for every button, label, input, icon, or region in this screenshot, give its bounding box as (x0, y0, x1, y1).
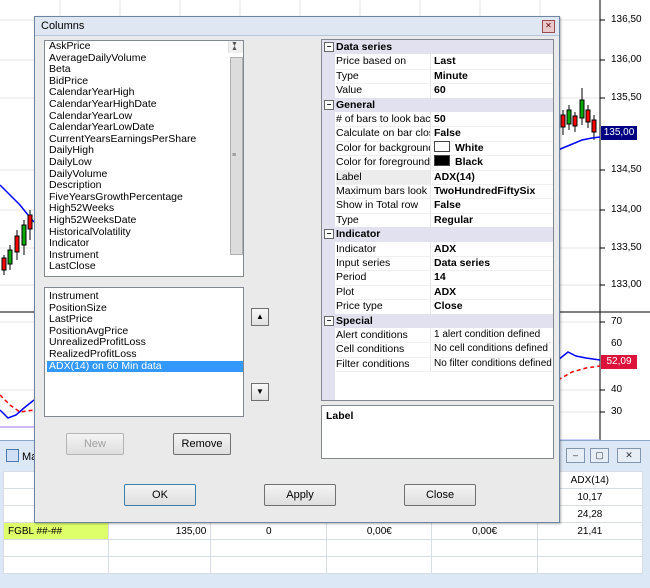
y-axis-label: 60 (611, 338, 623, 349)
ok-button[interactable]: OK (124, 484, 196, 506)
property-row[interactable]: Color for background White (322, 140, 553, 157)
maximize-button[interactable]: ▢ (590, 448, 609, 463)
apply-button[interactable]: Apply (264, 484, 336, 506)
category-data-series[interactable]: − Data series (322, 40, 553, 55)
property-row[interactable]: Color for foreground Black (322, 155, 553, 171)
columns-dialog: Columns ✕ AskPrice AverageDailyVolume Beta… (34, 16, 560, 523)
y-axis-label: 136,50 (611, 14, 642, 25)
indicator-value-tag: 52,09 (601, 355, 637, 369)
selected-columns-list[interactable]: Instrument PositionSize LastPrice PositionA… (44, 287, 244, 417)
list-item[interactable]: AverageDailyVolume (47, 52, 243, 65)
cell-instrument: FGBL ##-## (2, 522, 110, 540)
property-row[interactable]: Type Minute (322, 68, 553, 85)
y-axis-label: 135,50 (611, 92, 642, 103)
category-general[interactable]: − General (322, 97, 553, 112)
color-swatch (434, 140, 450, 152)
property-row[interactable]: Cell conditions No cell conditions defin… (322, 342, 553, 358)
close-button[interactable]: Close (404, 484, 476, 506)
y-axis-label: 133,00 (611, 279, 642, 290)
minimize-button[interactable]: – (566, 448, 585, 463)
scroll-thumb[interactable]: ≡ (230, 57, 243, 255)
color-swatch (434, 155, 450, 167)
new-button[interactable]: New (66, 433, 124, 455)
y-axis-label: 134,50 (611, 164, 642, 175)
minus-box-icon[interactable]: − (324, 315, 334, 326)
triangle-down-icon: ▼ (256, 387, 264, 396)
scroll-down-icon[interactable]: ▼ (231, 41, 238, 51)
list-item[interactable]: CalendarYearLowDate (47, 122, 243, 134)
dialog-title-bar[interactable]: Columns ✕ (35, 17, 559, 36)
y-axis-label: 134,00 (611, 204, 642, 215)
cell-pnl: 0,00€ (431, 522, 538, 540)
last-price-tag: 135,00 (601, 126, 637, 140)
y-axis-label: 133,50 (611, 242, 642, 253)
y-axis-label: 136,00 (611, 54, 642, 65)
property-row[interactable]: Value 60 (322, 83, 553, 99)
y-axis-label: 40 (611, 384, 623, 395)
triangle-up-icon: ▲ (256, 312, 264, 321)
property-grid[interactable]: − Data series Price based on Last Type M… (321, 39, 554, 401)
category-special[interactable]: − Special (322, 313, 553, 328)
move-up-button[interactable]: ▲ (251, 308, 269, 326)
cell-pnl: 0,00€ (326, 522, 433, 540)
property-row[interactable]: Maximum bars look back TwoHundredFiftySi… (322, 184, 553, 200)
list-item[interactable]: Instrument (47, 290, 243, 303)
property-row[interactable]: # of bars to look back 50 (322, 112, 553, 128)
property-row[interactable]: Alert conditions 1 alert condition defin… (322, 328, 553, 344)
property-row[interactable]: Period 14 (322, 270, 553, 286)
description-title: Label (326, 410, 354, 422)
minus-box-icon[interactable]: − (324, 42, 334, 52)
minus-box-icon[interactable]: − (324, 99, 334, 110)
list-item[interactable]: Description (47, 180, 243, 192)
property-row[interactable]: Input series Data series (322, 256, 553, 272)
window-icon (6, 449, 19, 462)
remove-button[interactable]: Remove (173, 433, 231, 455)
list-item[interactable]: CalendarYearHighDate (47, 98, 243, 111)
available-list-scrollbar[interactable]: ▲ ≡ ▼ (228, 41, 243, 255)
list-item[interactable]: ADX(14) on 60 Min data (47, 360, 243, 373)
table-row[interactable]: FGBL ##-## 135,00 0 0,00€ 0,00€ 21,41 (2, 522, 644, 540)
cell-adx: 21,41 (536, 522, 644, 540)
list-item[interactable]: RealizedProfitLoss (47, 348, 243, 361)
available-columns-list[interactable]: AskPrice AverageDailyVolume Beta BidPrice Ca… (44, 40, 244, 277)
property-row[interactable]: Indicator ADX (322, 241, 553, 257)
y-axis-label: 30 (611, 406, 623, 417)
property-row[interactable]: Price type Close (322, 299, 553, 315)
color-background-value[interactable]: White (432, 140, 553, 157)
list-item[interactable]: Indicator (47, 237, 243, 250)
property-row[interactable]: Price based on Last (322, 54, 553, 70)
close-icon[interactable]: ✕ (542, 20, 555, 33)
list-item[interactable]: DailyLow (47, 156, 243, 169)
list-item[interactable]: High52WeeksDate (47, 214, 243, 227)
property-row[interactable]: Filter conditions No filter conditions d… (322, 356, 553, 373)
list-item[interactable]: LastClose (47, 261, 243, 273)
property-row[interactable]: Plot ADX (322, 284, 553, 301)
color-foreground-value[interactable]: Black (432, 155, 553, 171)
property-row[interactable]: Calculate on bar close False (322, 126, 553, 142)
property-description-panel: Label (321, 405, 554, 459)
list-item[interactable]: AskPrice (47, 41, 243, 53)
property-row-selected[interactable]: Label ADX(14) (322, 169, 553, 185)
property-row[interactable]: Show in Total row False (322, 198, 553, 214)
close-window-button[interactable]: ✕ (617, 448, 641, 463)
cell-price: 135,00 (108, 522, 212, 540)
minus-box-icon[interactable]: − (324, 229, 334, 240)
dialog-title: Columns (41, 20, 85, 32)
y-axis-label: 70 (611, 316, 623, 327)
move-down-button[interactable]: ▼ (251, 383, 269, 401)
property-row[interactable]: Type Regular (322, 212, 553, 229)
cell-position: 0 (210, 522, 328, 540)
category-indicator[interactable]: − Indicator (322, 227, 553, 242)
